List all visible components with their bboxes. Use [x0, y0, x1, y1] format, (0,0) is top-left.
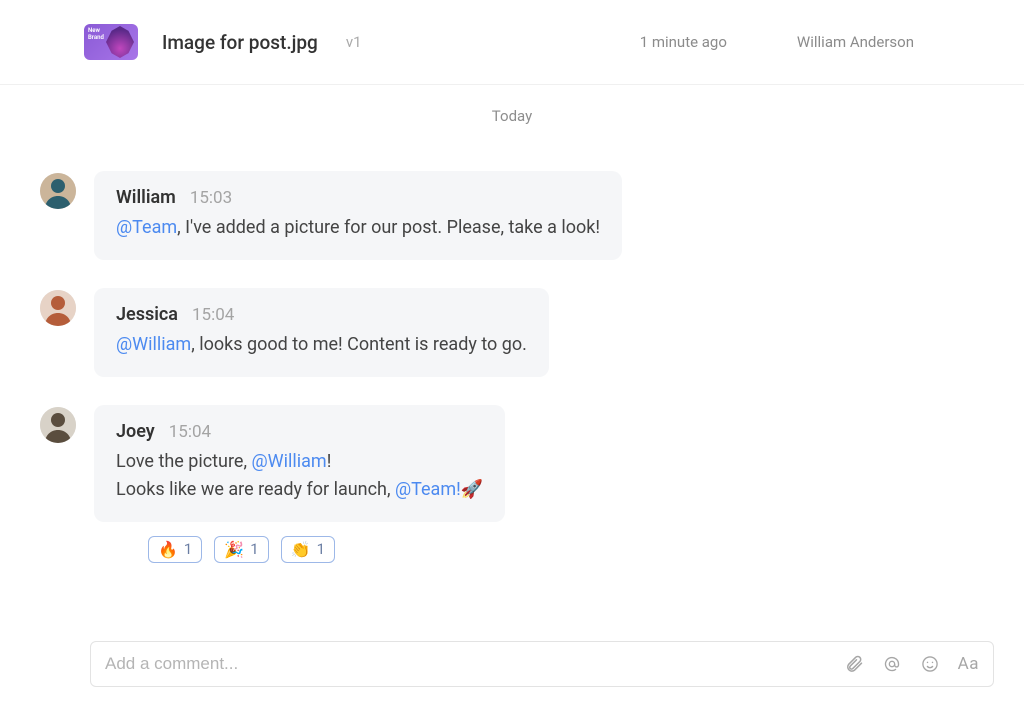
message-bubble: Joey 15:04 Love the picture, @William! Look… [94, 405, 505, 522]
avatar[interactable] [40, 290, 76, 326]
message-author[interactable]: Joey [116, 421, 155, 442]
message-time: 15:04 [169, 422, 211, 442]
reaction-chip[interactable]: 🎉1 [214, 536, 268, 563]
reactions-row: 🔥1🎉1👏1 [148, 536, 505, 563]
reaction-count: 1 [184, 540, 192, 558]
message-row: Joey 15:04 Love the picture, @William! Look… [40, 405, 984, 563]
day-divider: Today [0, 85, 1024, 133]
mention[interactable]: @Team [116, 217, 177, 238]
message-row: William 15:03 @Team, I've added a picture … [40, 171, 984, 260]
file-thumbnail[interactable] [84, 24, 138, 60]
messages-list: William 15:03 @Team, I've added a picture … [0, 133, 1024, 563]
message-text: , I've added a picture for our post. Ple… [177, 217, 600, 238]
comment-composer[interactable]: Aa [90, 641, 994, 687]
message-bubble: William 15:03 @Team, I've added a picture … [94, 171, 622, 260]
file-name[interactable]: Image for post.jpg [162, 31, 318, 54]
message-author[interactable]: Jessica [116, 304, 178, 325]
mention[interactable]: @Team! [395, 479, 461, 500]
message-text: , looks good to me! Content is ready to … [191, 334, 527, 355]
reaction-chip[interactable]: 🔥1 [148, 536, 202, 563]
reaction-emoji: 👏 [291, 540, 311, 559]
reaction-chip[interactable]: 👏1 [281, 536, 335, 563]
message-body: Love the picture, @William! Looks like we… [116, 448, 483, 504]
file-version: v1 [346, 33, 362, 51]
avatar[interactable] [40, 173, 76, 209]
file-header: Image for post.jpg v1 1 minute ago Willi… [0, 0, 1024, 85]
reaction-emoji: 🔥 [158, 540, 178, 559]
paperclip-icon[interactable] [844, 654, 864, 674]
format-icon[interactable]: Aa [958, 654, 979, 674]
message-text: Looks like we are ready for launch, [116, 479, 395, 500]
message-text: ! [327, 451, 332, 472]
file-owner[interactable]: William Anderson [797, 33, 914, 51]
reaction-count: 1 [317, 540, 325, 558]
reaction-count: 1 [250, 540, 258, 558]
reaction-emoji: 🎉 [224, 540, 244, 559]
mention[interactable]: @William [116, 334, 191, 355]
comment-input[interactable] [105, 654, 844, 674]
message-time: 15:03 [190, 188, 232, 208]
message-body: @Team, I've added a picture for our post… [116, 214, 600, 242]
message-text: 🚀 [461, 479, 483, 500]
smiley-icon[interactable] [920, 654, 940, 674]
file-time: 1 minute ago [640, 33, 727, 51]
message-time: 15:04 [192, 305, 234, 325]
at-icon[interactable] [882, 654, 902, 674]
message-author[interactable]: William [116, 187, 176, 208]
message-row: Jessica15:04@William, looks good to me! … [40, 288, 984, 377]
message-body: @William, looks good to me! Content is r… [116, 331, 527, 359]
avatar[interactable] [40, 407, 76, 443]
message-text: Love the picture, [116, 451, 251, 472]
message-bubble: Jessica15:04@William, looks good to me! … [94, 288, 549, 377]
mention[interactable]: @William [251, 451, 326, 472]
